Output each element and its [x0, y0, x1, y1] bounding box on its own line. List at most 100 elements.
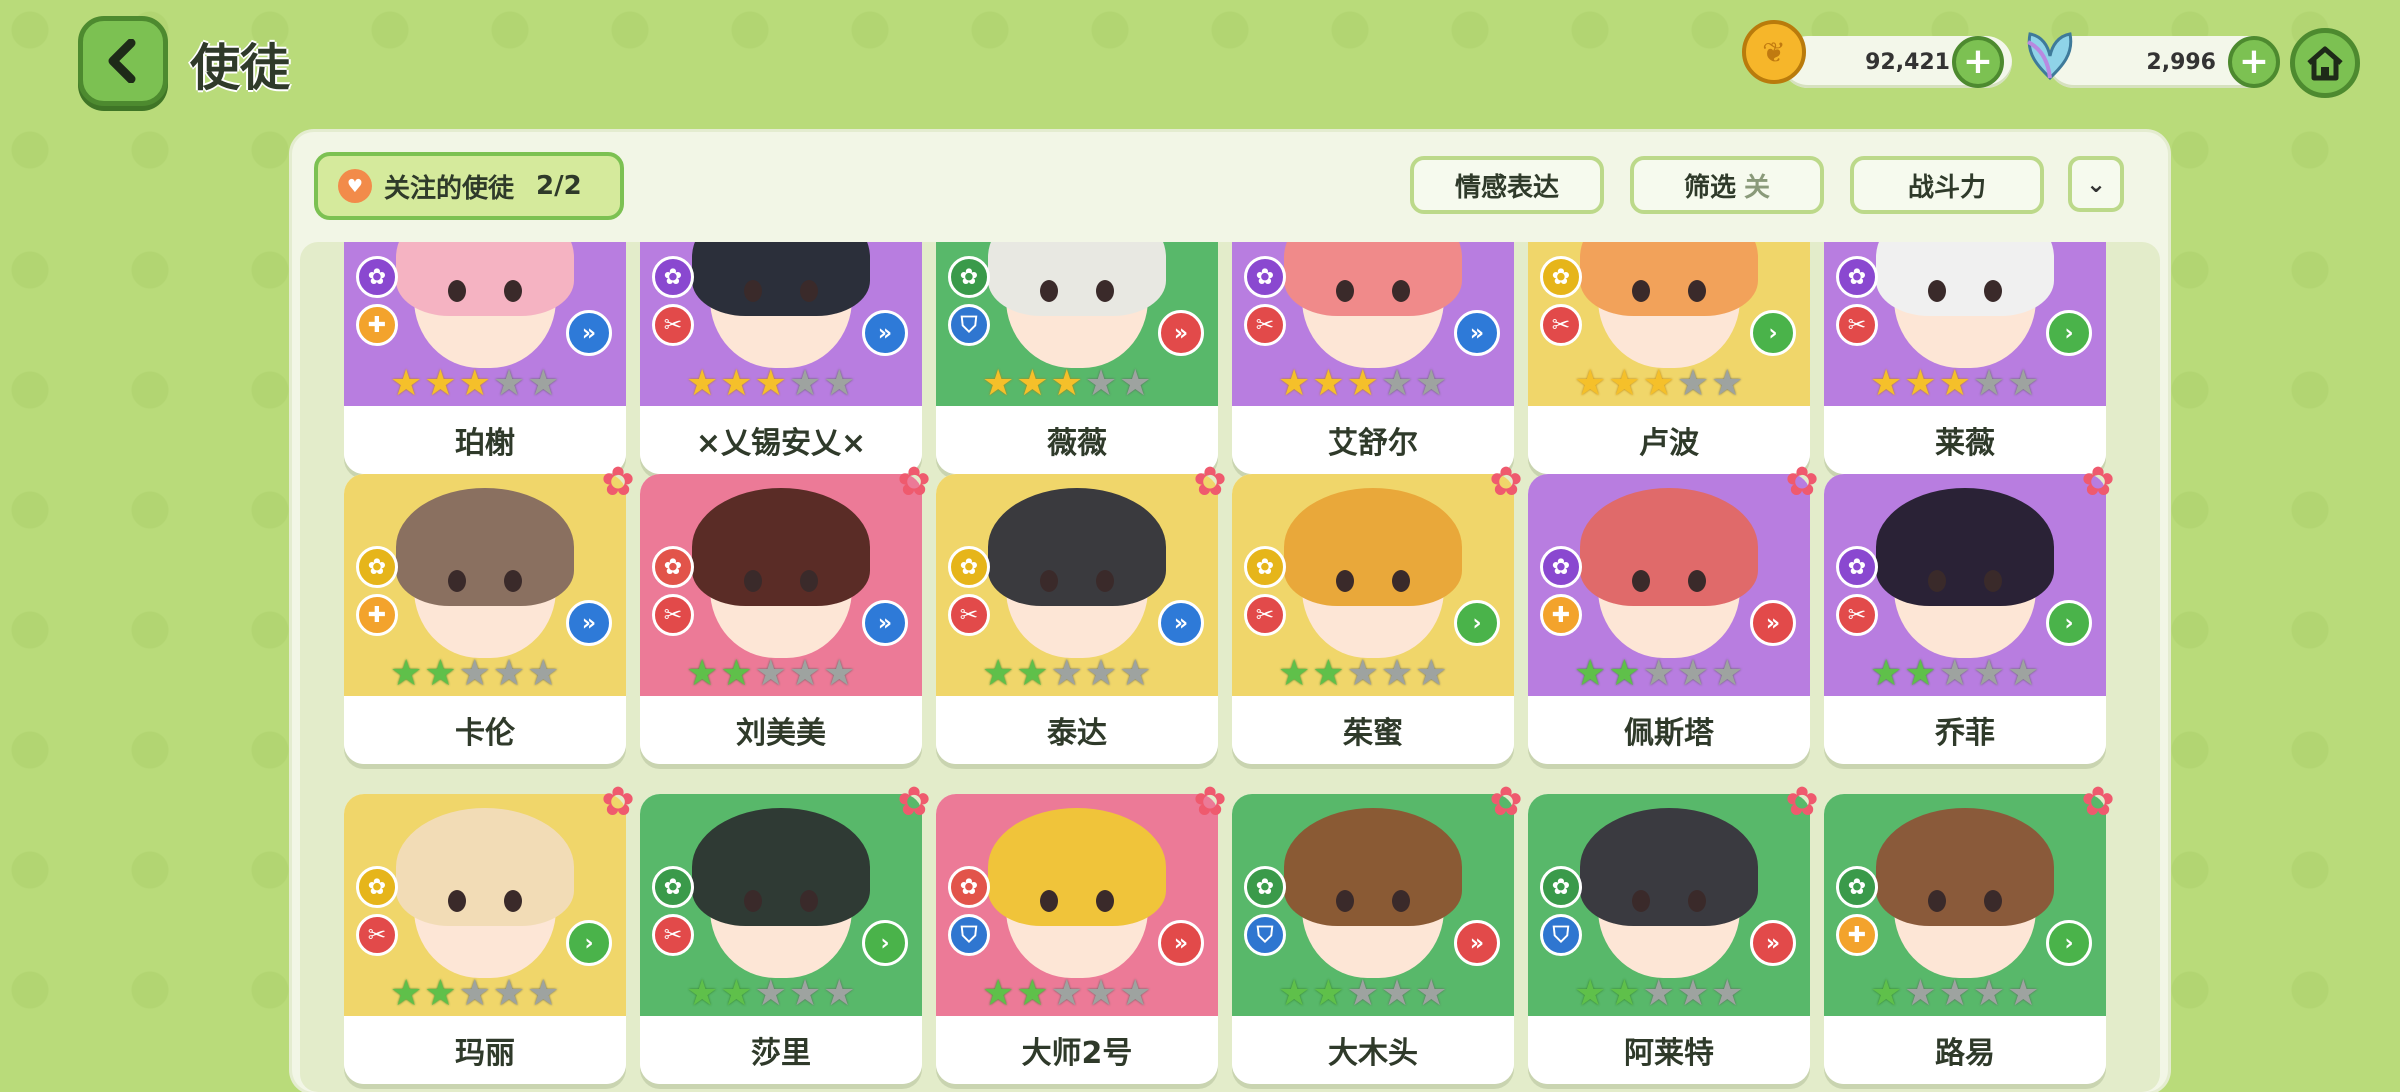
portrait-hair: [1876, 242, 2054, 316]
portrait-eye: [504, 570, 522, 592]
rank-triple-icon: »: [1750, 920, 1796, 966]
attack-role-icon: ✂: [1836, 304, 1878, 346]
portrait-hair: [1284, 242, 1462, 316]
star-empty-icon: ★: [458, 973, 491, 1014]
element-icon: ✿: [652, 256, 694, 298]
element-icon: ✿: [1244, 546, 1286, 588]
rank-double-icon: »: [1158, 600, 1204, 646]
apostle-card[interactable]: ✂ ✿» ★ ★ ★ ★ ★ 泰达: [936, 474, 1218, 764]
star-empty-icon: ★: [1938, 973, 1971, 1014]
star-empty-icon: ★: [1380, 653, 1414, 694]
flower-badge-icon: ✿: [1489, 779, 1523, 825]
add-gems-button[interactable]: +: [2228, 36, 2280, 88]
rank-triple-icon: »: [1158, 310, 1204, 356]
star-empty-icon: ★: [2007, 363, 2040, 404]
star-empty-icon: ★: [1119, 973, 1152, 1014]
apostle-card[interactable]: ✂ ✿ › ★ ★ ★ ★ ★ 乔菲: [1824, 474, 2106, 764]
star-filled-icon: ★: [754, 363, 787, 404]
star-filled-icon: ★: [686, 653, 719, 694]
portrait-eye: [744, 890, 762, 912]
apostle-card[interactable]: ✂ ✿ › ★ ★ ★ ★ ★ 茱蜜: [1232, 474, 1514, 764]
emotion-button[interactable]: 情感表达: [1410, 156, 1604, 214]
star-filled-icon: ★: [720, 973, 753, 1014]
star-filled-icon: ★: [1608, 363, 1641, 404]
favorite-apostles-tag[interactable]: ♥ 关注的使徒 2/2: [314, 152, 624, 220]
star-filled-icon: ★: [1278, 653, 1311, 694]
element-icon: ✿: [948, 866, 990, 908]
apostle-card[interactable]: ✂ ✿ › ★ ★ ★ ★ ★ 莱薇: [1824, 242, 2106, 474]
star-rating: ★ ★ ★ ★ ★: [1574, 656, 1743, 692]
add-coins-button[interactable]: +: [1952, 36, 2004, 88]
apostle-card[interactable]: ⛉ ✿» ★ ★ ★ ★ ★ 薇薇: [936, 242, 1218, 474]
portrait-eye: [1336, 280, 1354, 302]
star-filled-icon: ★: [1870, 653, 1903, 694]
apostle-card[interactable]: ⛉ ✿» ★ ★ ★ ★ ★ 大木头: [1232, 794, 1514, 1084]
star-empty-icon: ★: [1415, 653, 1448, 694]
expand-button[interactable]: ⌄: [2068, 156, 2124, 212]
chevron-left-icon: [108, 39, 136, 83]
attack-role-icon: ✂: [1244, 594, 1286, 636]
rank-single-icon: ›: [1454, 600, 1500, 646]
portrait-hair: [988, 242, 1166, 316]
flower-badge-icon: ✿: [601, 459, 635, 505]
back-button[interactable]: [78, 16, 168, 106]
star-rating: ★ ★ ★ ★ ★: [686, 366, 855, 402]
star-filled-icon: ★: [982, 363, 1015, 404]
apostle-name: 茱蜜: [1232, 696, 1514, 764]
star-filled-icon: ★: [1608, 653, 1641, 694]
star-empty-icon: ★: [754, 973, 787, 1014]
portrait-eye: [1040, 890, 1058, 912]
portrait-eye: [504, 280, 522, 302]
element-icon: ✿: [356, 866, 398, 908]
apostle-card[interactable]: ⛉ ✿» ★ ★ ★ ★ ★ 大师2号: [936, 794, 1218, 1084]
portrait-hair: [1876, 808, 2054, 926]
home-button[interactable]: [2290, 28, 2360, 98]
portrait-eye: [1096, 280, 1114, 302]
apostle-card[interactable]: ✚ ✿ › ★ ★ ★ ★ ★ 路易: [1824, 794, 2106, 1084]
star-empty-icon: ★: [1972, 363, 2006, 404]
star-rating: ★ ★ ★ ★ ★: [1278, 976, 1447, 1012]
star-empty-icon: ★: [1119, 653, 1152, 694]
star-empty-icon: ★: [527, 363, 560, 404]
flower-badge-icon: ✿: [897, 459, 931, 505]
apostle-card[interactable]: ✂ ✿ › ★ ★ ★ ★ ★ 卢波: [1528, 242, 1810, 474]
flower-badge-icon: ✿: [2081, 779, 2115, 825]
apostle-card[interactable]: ✂ ✿ › ★ ★ ★ ★ ★ 莎里: [640, 794, 922, 1084]
sort-power-button[interactable]: 战斗力: [1850, 156, 2044, 214]
apostle-card[interactable]: ✂ ✿» ★ ★ ★ ★ ★ 艾舒尔: [1232, 242, 1514, 474]
apostle-card[interactable]: ✂ ✿» ★ ★ ★ ★ ★ ×乂锡安乂×: [640, 242, 922, 474]
star-empty-icon: ★: [492, 973, 526, 1014]
star-rating: ★ ★ ★ ★ ★: [982, 656, 1151, 692]
support-role-icon: ✚: [1540, 594, 1582, 636]
portrait-eye: [1632, 890, 1650, 912]
defense-role-icon: ⛉: [948, 914, 990, 956]
apostle-card[interactable]: ✚ ✿» ★ ★ ★ ★ ★ 佩斯塔: [1528, 474, 1810, 764]
apostle-card[interactable]: ✂ ✿ › ★ ★ ★ ★ ★ 玛丽: [344, 794, 626, 1084]
support-role-icon: ✚: [356, 304, 398, 346]
filter-button[interactable]: 筛选 关: [1630, 156, 1824, 214]
star-filled-icon: ★: [1312, 653, 1345, 694]
apostle-card[interactable]: ✚ ✿» ★ ★ ★ ★ ★ 卡伦: [344, 474, 626, 764]
star-empty-icon: ★: [1050, 973, 1083, 1014]
element-icon: ✿: [356, 546, 398, 588]
star-empty-icon: ★: [527, 653, 560, 694]
portrait-eye: [1392, 570, 1410, 592]
portrait-eye: [448, 280, 466, 302]
star-rating: ★ ★ ★ ★ ★: [982, 976, 1151, 1012]
star-filled-icon: ★: [1574, 653, 1607, 694]
flower-badge-icon: ✿: [601, 779, 635, 825]
star-empty-icon: ★: [1972, 973, 2006, 1014]
star-empty-icon: ★: [1972, 653, 2006, 694]
apostle-card[interactable]: ⛉ ✿» ★ ★ ★ ★ ★ 阿莱特: [1528, 794, 1810, 1084]
attack-role-icon: ✂: [1244, 304, 1286, 346]
element-icon: ✿: [948, 256, 990, 298]
star-empty-icon: ★: [1119, 363, 1152, 404]
apostle-card[interactable]: ✚ ✿» ★ ★ ★ ★ ★ 珀榭: [344, 242, 626, 474]
portrait-hair: [692, 488, 870, 606]
star-empty-icon: ★: [1711, 973, 1744, 1014]
star-filled-icon: ★: [1870, 973, 1903, 1014]
flower-badge-icon: ✿: [1489, 459, 1523, 505]
apostle-name: 卡伦: [344, 696, 626, 764]
apostle-card[interactable]: ✂ ✿» ★ ★ ★ ★ ★ 刘美美: [640, 474, 922, 764]
star-filled-icon: ★: [424, 363, 457, 404]
